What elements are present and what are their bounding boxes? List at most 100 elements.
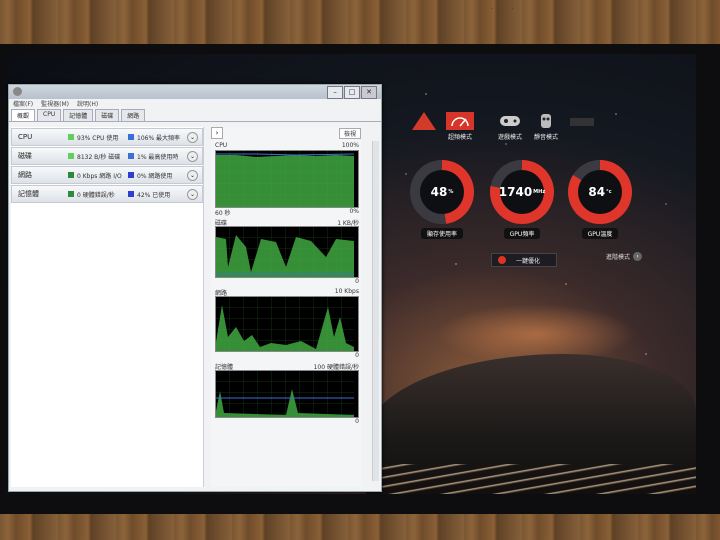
mode-silent[interactable]: 靜音模式: [532, 112, 560, 141]
cpu-graph: CPU 100% 60 秒 0%: [215, 142, 359, 217]
graph-time: 60 秒: [215, 210, 231, 217]
section-name: 記憶體: [18, 190, 39, 198]
graph-label: 記憶體: [215, 364, 234, 371]
collapse-panel-button[interactable]: ›: [211, 127, 223, 139]
mode-label: 超頻模式: [447, 134, 472, 141]
user-mode-icon: [570, 118, 594, 126]
tab-bar: 概觀 CPU 記憶體 磁碟 網路: [9, 109, 381, 122]
light-trails: [366, 464, 696, 494]
one-click-optimize-button[interactable]: 一鍵優化: [491, 253, 557, 267]
gauge-ring: 1740 MHz: [490, 160, 554, 224]
graph-panel: › 檢視 CPU 100% 60 秒 0% 磁碟 1 KB/秒 0 網路 10 …: [211, 127, 361, 487]
network-graph-svg: [216, 297, 354, 351]
gauge-value: 48: [430, 185, 448, 199]
gauge-unit: °c: [606, 189, 612, 195]
activity-chip: [128, 191, 134, 197]
advanced-mode-button[interactable]: 進階模式 ›: [606, 252, 643, 261]
section-name: 網路: [18, 171, 32, 179]
mode-user[interactable]: [568, 112, 596, 132]
menu-help[interactable]: 說明(H): [77, 99, 98, 109]
menu-monitor[interactable]: 監視器(M): [41, 99, 69, 109]
triangle-icon: [412, 112, 436, 130]
gauge-label: GPU溫度: [581, 228, 619, 239]
bolt-icon: [498, 256, 506, 264]
cpu-usage-area: [216, 155, 354, 207]
overview-sections: CPU 93% CPU 使用 106% 最大頻率 ⌄ 磁碟 8132 B/秒 磁…: [11, 127, 204, 487]
chevron-down-icon[interactable]: ⌄: [187, 170, 198, 181]
section-name: CPU: [18, 133, 33, 141]
mode-logo[interactable]: [410, 112, 438, 132]
vertical-scrollbar[interactable]: [372, 141, 379, 481]
monitor-bezel: – □ ✕ 檔案(F) 監視器(M) 說明(H) 概觀 CPU 記憶體 磁碟 網…: [0, 44, 720, 514]
chevron-down-icon[interactable]: ⌄: [187, 151, 198, 162]
network-graph: 網路 10 Kbps 0: [215, 288, 359, 359]
window-titlebar[interactable]: – □ ✕: [9, 85, 381, 99]
graph-min: 0: [355, 352, 359, 359]
cpu-graph-canvas: [215, 150, 359, 208]
gamepad-icon: [500, 116, 520, 126]
graph-label: CPU: [215, 142, 228, 149]
memory-graph-svg: [216, 371, 354, 417]
gauge-ring: 48%: [410, 160, 474, 224]
section-stat: 1% 最高使用時: [137, 153, 179, 161]
usage-chip: [68, 172, 74, 178]
section-stat: 8132 B/秒 磁碟: [77, 153, 121, 161]
mode-gaming[interactable]: 遊戲模式: [496, 112, 524, 141]
section-stat: 0% 網路使用: [137, 172, 173, 180]
gauge-unit: MHz: [533, 189, 546, 195]
arrow-right-icon: ›: [633, 252, 643, 261]
maximize-button[interactable]: □: [344, 86, 360, 99]
tab-network[interactable]: 網路: [121, 109, 146, 121]
chevron-down-icon[interactable]: ⌄: [187, 189, 198, 200]
graph-min: 0: [355, 418, 359, 425]
views-dropdown[interactable]: 檢視: [338, 127, 361, 139]
tab-overview[interactable]: 概觀: [11, 109, 36, 121]
graph-max: 100%: [341, 142, 359, 149]
memory-graph-canvas: [215, 370, 359, 418]
section-network[interactable]: 網路 0 Kbps 網路 I/O 0% 網路使用 ⌄: [11, 166, 203, 184]
resource-monitor-window: – □ ✕ 檔案(F) 監視器(M) 說明(H) 概觀 CPU 記憶體 磁碟 網…: [8, 84, 382, 492]
section-stat: 93% CPU 使用: [77, 134, 119, 142]
gauge-value: 1740: [498, 185, 533, 199]
wall-texture: · · ·: [490, 4, 516, 15]
gauge-unit: %: [448, 189, 454, 195]
memory-graph: 記憶體 100 硬體錯誤/秒 0: [215, 362, 359, 425]
cpu-graph-svg: [216, 151, 355, 207]
tab-disk[interactable]: 磁碟: [95, 109, 120, 121]
graph-max: 100 硬體錯誤/秒: [313, 364, 359, 371]
section-stat: 0 硬體錯誤/秒: [77, 191, 115, 199]
graph-label: 網路: [215, 290, 228, 297]
close-button[interactable]: ✕: [361, 86, 377, 99]
graph-min: 0%: [349, 208, 359, 215]
gauge-ring: 84 °c: [568, 160, 632, 224]
disk-graph-svg: [216, 227, 354, 277]
graph-label: 磁碟: [215, 220, 228, 227]
vram-usage-gauge: 48% 顯存使用率: [406, 160, 478, 239]
speedometer-icon: [446, 112, 474, 130]
app-icon: [13, 87, 22, 96]
section-name: 磁碟: [18, 152, 32, 160]
section-stat: 106% 最大頻率: [137, 134, 181, 142]
graph-max: 1 KB/秒: [337, 220, 359, 227]
minimize-button[interactable]: –: [327, 86, 343, 99]
disk-graph-canvas: [215, 226, 359, 278]
tab-cpu[interactable]: CPU: [37, 109, 62, 121]
usage-chip: [68, 153, 74, 159]
graph-min: 0: [355, 278, 359, 285]
section-stat: 42% 已使用: [137, 191, 171, 199]
gauge-label: GPU頻率: [503, 228, 541, 239]
section-memory[interactable]: 記憶體 0 硬體錯誤/秒 42% 已使用 ⌄: [11, 185, 203, 203]
gauge-value: 84: [588, 185, 606, 199]
menu-file[interactable]: 檔案(F): [13, 99, 33, 109]
section-disk[interactable]: 磁碟 8132 B/秒 磁碟 1% 最高使用時 ⌄: [11, 147, 203, 165]
section-cpu[interactable]: CPU 93% CPU 使用 106% 最大頻率 ⌄: [11, 128, 203, 146]
mode-overclock[interactable]: 超頻模式: [446, 112, 474, 141]
menu-bar: 檔案(F) 監視器(M) 說明(H): [9, 99, 381, 109]
frequency-chip: [128, 134, 134, 140]
gauge-label: 顯存使用率: [420, 228, 463, 239]
usage-chip: [68, 191, 74, 197]
chevron-down-icon[interactable]: ⌄: [187, 132, 198, 143]
tab-memory[interactable]: 記憶體: [63, 109, 94, 121]
desktop-screen: – □ ✕ 檔案(F) 監視器(M) 說明(H) 概觀 CPU 記憶體 磁碟 網…: [6, 54, 696, 494]
advanced-label: 進階模式: [606, 254, 631, 261]
